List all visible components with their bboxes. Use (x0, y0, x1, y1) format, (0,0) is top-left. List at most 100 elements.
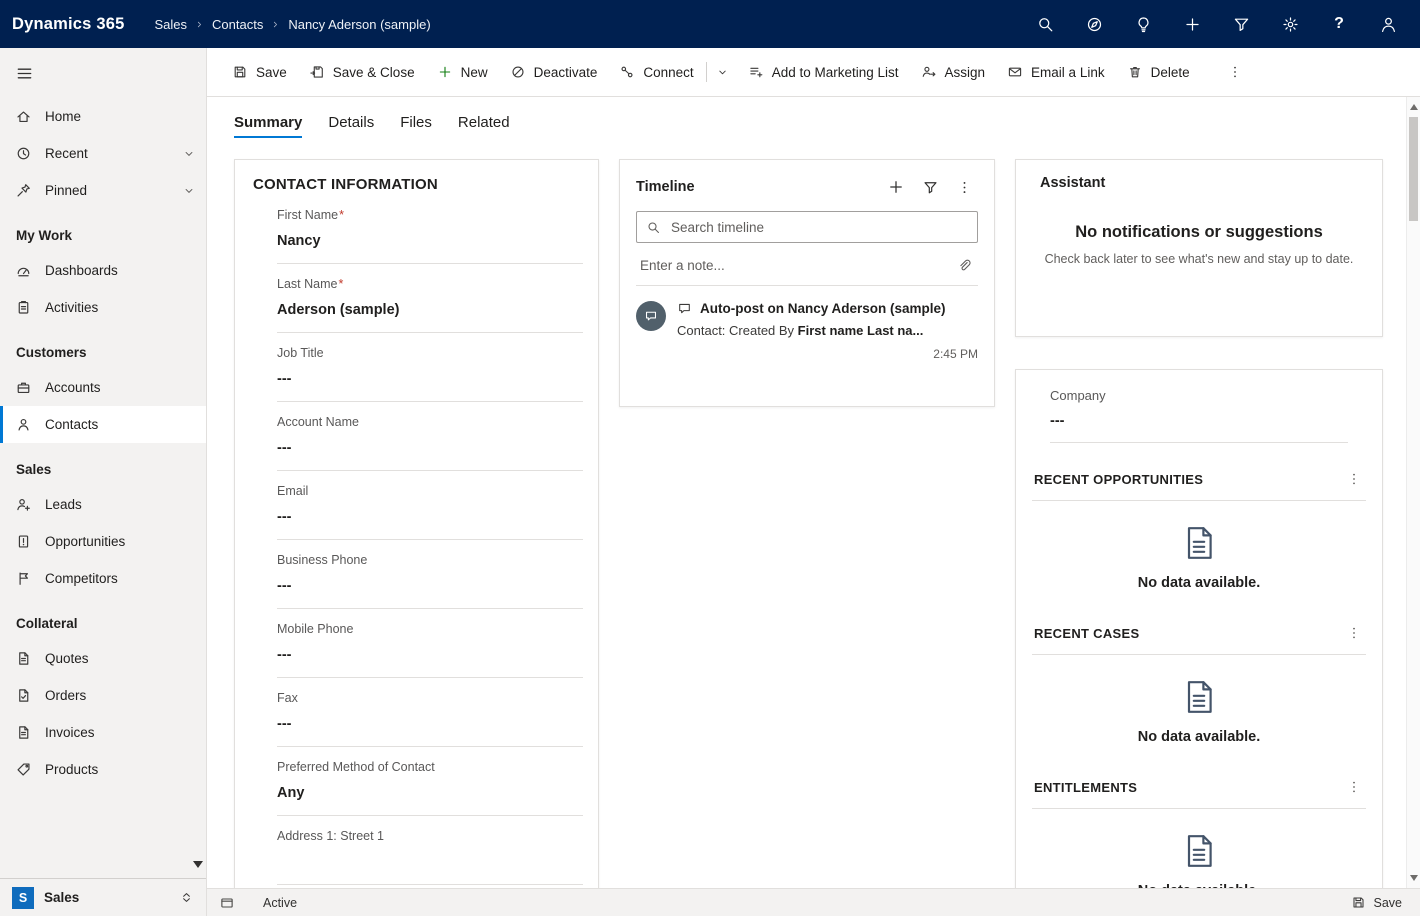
tab-files[interactable]: Files (400, 97, 432, 147)
sidebar-item-opportunities[interactable]: Opportunities (0, 523, 206, 560)
empty-state: No data available. (1032, 655, 1366, 751)
tab-summary[interactable]: Summary (234, 97, 302, 147)
timeline-post[interactable]: Auto-post on Nancy Aderson (sample) Cont… (636, 301, 978, 361)
sidebar-item-home[interactable]: Home (0, 98, 206, 135)
suggestions-button[interactable] (1125, 6, 1161, 42)
timeline-add-button[interactable] (882, 173, 910, 201)
sidebar-item-recent[interactable]: Recent (0, 135, 206, 172)
account-button[interactable] (1370, 6, 1406, 42)
command-label: Save (256, 65, 287, 80)
insights-button[interactable] (1076, 6, 1112, 42)
section-more-button[interactable] (1342, 621, 1366, 645)
timeline-more-button[interactable] (950, 173, 978, 201)
help-button[interactable]: ? (1321, 6, 1357, 42)
home-icon (15, 108, 32, 125)
breadcrumb-entity[interactable]: Contacts (212, 17, 263, 32)
sidebar-item-activities[interactable]: Activities (0, 289, 206, 326)
field-label: Business Phone (277, 553, 367, 567)
top-navigation-bar: Dynamics 365 Sales Contacts Nancy Aderso… (0, 0, 1420, 48)
section-recent-cases: RECENT CASES No data available. (1032, 621, 1366, 751)
dashboard-icon (15, 262, 32, 279)
search-button[interactable] (1027, 6, 1063, 42)
post-title: Auto-post on Nancy Aderson (sample) (700, 301, 946, 316)
sidebar-item-orders[interactable]: Orders (0, 677, 206, 714)
document-icon (15, 724, 32, 741)
assign-button[interactable]: Assign (910, 55, 997, 89)
sidebar-item-accounts[interactable]: Accounts (0, 369, 206, 406)
add-to-marketing-list-button[interactable]: Add to Marketing List (737, 55, 910, 89)
tab-details[interactable]: Details (328, 97, 374, 147)
deactivate-button[interactable]: Deactivate (499, 55, 609, 89)
command-overflow-button[interactable] (1219, 55, 1251, 89)
document-check-icon (15, 687, 32, 704)
timeline-search-input[interactable] (669, 219, 968, 236)
delete-button[interactable]: Delete (1116, 55, 1201, 89)
section-more-button[interactable] (1342, 775, 1366, 799)
note-input[interactable] (638, 257, 948, 274)
section-title: ENTITLEMENTS (1034, 780, 1137, 795)
clipboard-icon (15, 299, 32, 316)
more-vertical-icon (1346, 625, 1362, 641)
breadcrumb: Sales Contacts Nancy Aderson (sample) (154, 17, 430, 32)
sidebar-item-label: Leads (45, 497, 82, 512)
field-value-preferred-method[interactable]: Any (277, 785, 583, 802)
timeline-filter-button[interactable] (916, 173, 944, 201)
field-value-address-street[interactable] (277, 854, 583, 871)
field-value-account-name[interactable]: --- (277, 440, 583, 457)
field-value-job-title[interactable]: --- (277, 371, 583, 388)
save-and-close-button[interactable]: Save & Close (298, 55, 426, 89)
scrollbar-thumb[interactable] (1409, 117, 1418, 221)
post-text-link[interactable]: First name Last na... (798, 323, 924, 338)
field-value-mobile-phone[interactable]: --- (277, 647, 583, 664)
advanced-find-button[interactable] (1223, 6, 1259, 42)
footer-save-button[interactable]: Save (1351, 895, 1403, 910)
sidebar-item-contacts[interactable]: Contacts (0, 406, 206, 443)
sidebar-item-products[interactable]: Products (0, 751, 206, 788)
deactivate-icon (510, 64, 526, 80)
field-value-last-name[interactable]: Aderson (sample) (277, 302, 583, 319)
new-button[interactable]: New (426, 55, 499, 89)
connect-dropdown-button[interactable] (708, 55, 737, 89)
paperclip-icon[interactable] (956, 258, 972, 274)
app-brand[interactable]: Dynamics 365 (12, 15, 124, 34)
field-value-company[interactable]: --- (1050, 413, 1348, 443)
menu-toggle-button[interactable] (0, 48, 206, 98)
main-scrollbar[interactable] (1406, 97, 1420, 888)
field-value-fax[interactable]: --- (277, 716, 583, 733)
sidebar-item-pinned[interactable]: Pinned (0, 172, 206, 209)
email-a-link-button[interactable]: Email a Link (996, 55, 1116, 89)
sidebar-item-leads[interactable]: Leads (0, 486, 206, 523)
sidebar-item-competitors[interactable]: Competitors (0, 560, 206, 597)
hamburger-icon (15, 64, 34, 83)
document-icon (1179, 675, 1219, 719)
tab-related[interactable]: Related (458, 97, 510, 147)
document-exclaim-icon (15, 533, 32, 550)
scrollbar-down-arrow[interactable] (1407, 870, 1420, 886)
save-button[interactable]: Save (221, 55, 298, 89)
area-badge: S (12, 887, 34, 909)
breadcrumb-record[interactable]: Nancy Aderson (sample) (288, 17, 430, 32)
sidebar-item-label: Invoices (45, 725, 95, 740)
quick-create-button[interactable] (1174, 6, 1210, 42)
pin-icon (15, 182, 32, 199)
field-value-first-name[interactable]: Nancy (277, 233, 583, 250)
plus-icon (887, 178, 905, 196)
settings-button[interactable] (1272, 6, 1308, 42)
connect-button[interactable]: Connect (608, 55, 704, 89)
section-title: RECENT OPPORTUNITIES (1034, 472, 1203, 487)
field-value-business-phone[interactable]: --- (277, 578, 583, 595)
sidebar-scroll-down-arrow[interactable] (193, 861, 203, 868)
scrollbar-up-arrow[interactable] (1407, 99, 1420, 115)
contact-fields: First Name Nancy Last Name Aderson (samp… (277, 195, 583, 885)
breadcrumb-area[interactable]: Sales (154, 17, 187, 32)
sidebar-item-quotes[interactable]: Quotes (0, 640, 206, 677)
section-more-button[interactable] (1342, 467, 1366, 491)
area-switcher[interactable]: S Sales (0, 878, 206, 916)
trash-icon (1127, 64, 1143, 80)
sidebar-item-dashboards[interactable]: Dashboards (0, 252, 206, 289)
sidebar-item-invoices[interactable]: Invoices (0, 714, 206, 751)
sidebar-group-sales: Sales (0, 443, 206, 486)
chevron-right-icon (194, 19, 205, 30)
field-value-email[interactable]: --- (277, 509, 583, 526)
plus-icon (437, 64, 453, 80)
